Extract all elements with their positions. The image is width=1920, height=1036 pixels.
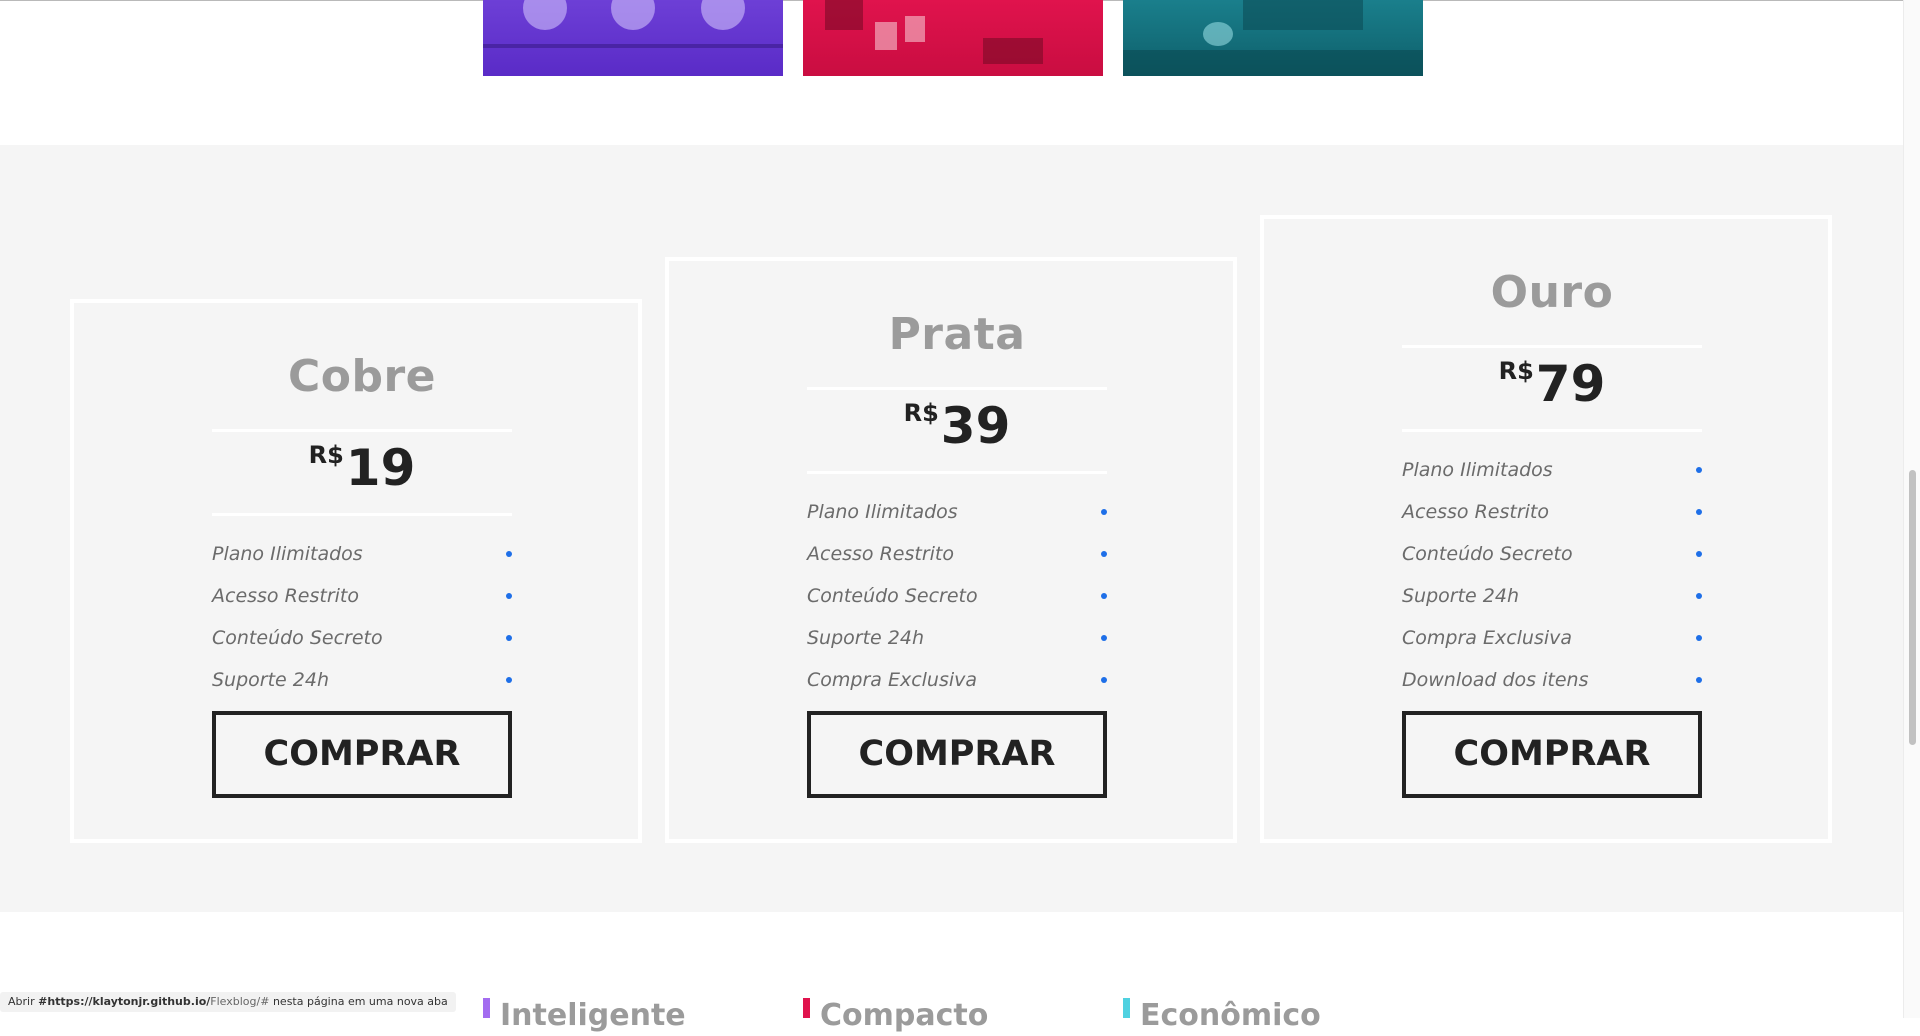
feature-item: Conteúdo Secreto [212,617,512,659]
scrollbar-thumb[interactable] [1909,470,1916,745]
bullet-icon [1696,677,1702,683]
gallery-image-red[interactable] [803,0,1103,76]
feature-item: Plano Ilimitados [212,533,512,575]
bullet-icon [1101,551,1107,557]
gallery-image-purple[interactable] [483,0,783,76]
feature-item: Download dos itens [1402,659,1702,701]
plan-name: Prata [888,309,1026,360]
plan-name: Cobre [287,351,437,402]
feature-item: Plano Ilimitados [807,491,1107,533]
plan-price: R$19 [212,439,512,497]
gallery-image-teal[interactable] [1123,0,1423,76]
bullet-icon [1101,677,1107,683]
feature-list: Plano Ilimitados Acesso Restrito Conteúd… [1402,449,1702,701]
divider [212,429,512,432]
feature-item: Conteúdo Secreto [1402,533,1702,575]
feature-item: Conteúdo Secreto [807,575,1107,617]
link-status-bar: Abrir #https://klaytonjr.github.io/Flexb… [0,992,456,1012]
bullet-icon [506,677,512,683]
feature-title: Inteligente [500,998,686,1033]
feature-item: Plano Ilimitados [1402,449,1702,491]
buy-button[interactable]: COMPRAR [212,711,512,798]
feature-title: Compacto [820,998,989,1033]
feature-item: Suporte 24h [807,617,1107,659]
feature-item: Suporte 24h [212,659,512,701]
bullet-icon [1101,509,1107,515]
bullet-icon [506,593,512,599]
divider [1402,345,1702,348]
buy-button[interactable]: COMPRAR [807,711,1107,798]
bullet-icon [1696,509,1702,515]
pricing-card-cobre: Cobre R$19 Plano Ilimitados Acesso Restr… [70,299,642,843]
currency-symbol: R$ [903,399,939,427]
accent-bar [803,998,810,1018]
feature-item: Acesso Restrito [1402,491,1702,533]
feature-item: Compra Exclusiva [1402,617,1702,659]
buy-button[interactable]: COMPRAR [1402,711,1702,798]
bullet-icon [1696,467,1702,473]
bullet-icon [1696,551,1702,557]
divider [212,513,512,516]
accent-bar [1123,998,1130,1018]
feature-item: Acesso Restrito [212,575,512,617]
plan-name: Ouro [1490,267,1614,318]
divider [807,387,1107,390]
feature-list: Plano Ilimitados Acesso Restrito Conteúd… [807,491,1107,701]
gallery [0,0,1904,76]
divider [807,471,1107,474]
price-amount: 39 [940,397,1011,455]
currency-symbol: R$ [1498,357,1534,385]
page-scrollbar[interactable] [1903,0,1920,1018]
bullet-icon [1696,635,1702,641]
price-amount: 19 [345,439,416,497]
bullet-icon [1101,593,1107,599]
feature-list: Plano Ilimitados Acesso Restrito Conteúd… [212,533,512,701]
bullet-icon [506,551,512,557]
bullet-icon [1696,593,1702,599]
divider [1402,429,1702,432]
pricing-section: Cobre R$19 Plano Ilimitados Acesso Restr… [0,145,1904,912]
bullet-icon [1101,635,1107,641]
pricing-card-prata: Prata R$39 Plano Ilimitados Acesso Restr… [665,257,1237,843]
pricing-card-ouro: Ouro R$79 Plano Ilimitados Acesso Restri… [1260,215,1832,843]
plan-price: R$39 [807,397,1107,455]
accent-bar [483,998,490,1018]
price-amount: 79 [1535,355,1606,413]
currency-symbol: R$ [308,441,344,469]
plan-price: R$79 [1402,355,1702,413]
feature-item: Acesso Restrito [807,533,1107,575]
feature-item: Suporte 24h [1402,575,1702,617]
feature-item: Compra Exclusiva [807,659,1107,701]
bullet-icon [506,635,512,641]
feature-title: Econômico [1140,998,1321,1033]
